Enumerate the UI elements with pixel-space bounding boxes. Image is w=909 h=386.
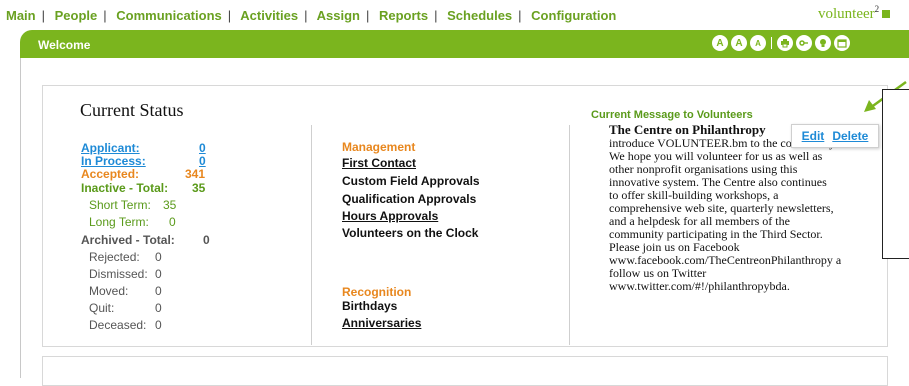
nav-separator: |	[41, 8, 46, 23]
nav-separator: |	[103, 8, 107, 23]
short-term-label: Short Term:	[89, 198, 151, 212]
column-divider	[569, 125, 570, 345]
nav-schedules[interactable]: Schedules	[447, 8, 512, 23]
main-nav: Main | People | Communications | Activities…	[6, 8, 616, 23]
message-actions-popup: Edit Delete	[791, 124, 879, 148]
text-size-medium-button[interactable]: A	[731, 35, 747, 51]
calendar-icon[interactable]	[834, 35, 850, 51]
nav-communications[interactable]: Communications	[116, 8, 221, 23]
qualification-approvals-link[interactable]: Qualification Approvals	[342, 192, 476, 206]
nav-separator: |	[518, 8, 522, 23]
welcome-label: Welcome	[38, 38, 91, 52]
long-term-count: 0	[169, 215, 176, 229]
column-divider	[311, 125, 312, 345]
quit-count: 0	[155, 301, 162, 315]
nav-separator: |	[434, 8, 438, 23]
nav-main[interactable]: Main	[6, 8, 36, 23]
message-line: www.twitter.com/#!/philanthropybda.	[609, 279, 790, 293]
nav-separator: |	[365, 8, 370, 23]
text-size-small-button[interactable]: A	[750, 35, 766, 51]
applicant-count-link[interactable]: 0	[199, 141, 206, 155]
dismissed-label: Dismissed:	[89, 267, 148, 281]
logo-text: volunteer	[818, 6, 875, 22]
deceased-count: 0	[155, 318, 162, 332]
accepted-label: Accepted:	[81, 167, 140, 181]
moved-count: 0	[155, 284, 162, 298]
content-left-border	[20, 58, 21, 378]
lightbulb-icon[interactable]	[815, 35, 831, 51]
key-icon[interactable]	[796, 35, 812, 51]
archived-total-count: 0	[203, 233, 210, 247]
volunteer-logo[interactable]: volunteer2	[818, 4, 891, 23]
message-org-name: The Centre on Philanthropy	[609, 123, 766, 137]
archived-total-label: Archived - Total:	[81, 233, 175, 247]
management-heading: Management	[342, 140, 416, 154]
secondary-panel	[42, 356, 888, 386]
volunteers-on-clock-link[interactable]: Volunteers on the Clock	[342, 226, 478, 240]
nav-assign[interactable]: Assign	[317, 8, 360, 23]
accepted-count: 341	[185, 167, 206, 181]
toolbar-divider	[771, 37, 772, 49]
delete-message-link[interactable]: Delete	[832, 129, 868, 143]
first-contact-link[interactable]: First Contact	[342, 156, 416, 170]
in-process-count-link[interactable]: 0	[199, 154, 206, 168]
nav-people[interactable]: People	[55, 8, 98, 23]
current-status-title: Current Status	[80, 100, 184, 120]
message-body: The Centre on Philanthropy introduce VOL…	[609, 123, 877, 313]
print-icon[interactable]	[777, 35, 793, 51]
logo-superscript: 2	[874, 4, 880, 14]
long-term-label: Long Term:	[89, 215, 149, 229]
annotation-callout-box	[882, 89, 909, 259]
birthdays-link[interactable]: Birthdays	[342, 299, 397, 313]
custom-field-approvals-link[interactable]: Custom Field Approvals	[342, 174, 480, 188]
in-process-link[interactable]: In Process:	[81, 154, 146, 168]
quit-label: Quit:	[89, 301, 115, 315]
nav-separator: |	[227, 8, 232, 23]
nav-reports[interactable]: Reports	[379, 8, 428, 23]
nav-configuration[interactable]: Configuration	[531, 8, 616, 23]
edit-message-link[interactable]: Edit	[802, 129, 825, 143]
deceased-label: Deceased:	[89, 318, 147, 332]
nav-activities[interactable]: Activities	[240, 8, 298, 23]
nav-separator: |	[304, 8, 308, 23]
header-toolbar: A A A	[712, 35, 850, 51]
inactive-total-label: Inactive - Total:	[81, 181, 169, 195]
anniversaries-link[interactable]: Anniversaries	[342, 316, 421, 330]
applicant-link[interactable]: Applicant:	[81, 141, 140, 155]
rejected-label: Rejected:	[89, 250, 140, 264]
moved-label: Moved:	[89, 284, 129, 298]
text-size-large-button[interactable]: A	[712, 35, 728, 51]
recognition-heading: Recognition	[342, 285, 412, 299]
dismissed-count: 0	[155, 267, 162, 281]
current-message-title: Current Message to Volunteers	[591, 109, 753, 121]
short-term-count: 35	[163, 198, 177, 212]
hours-approvals-link[interactable]: Hours Approvals	[342, 209, 438, 223]
logo-square-icon	[882, 10, 891, 18]
inactive-total-count: 35	[192, 181, 206, 195]
rejected-count: 0	[155, 250, 162, 264]
